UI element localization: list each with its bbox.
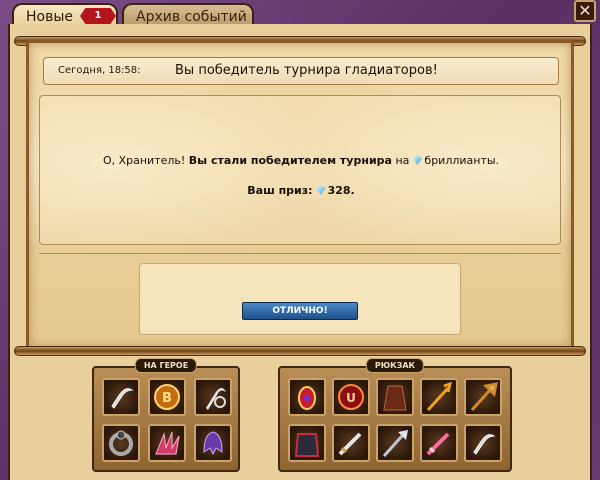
prize-amount: 328 (327, 184, 351, 197)
prize-end: . (350, 184, 355, 197)
close-button[interactable]: ✕ (574, 0, 596, 22)
pink-sword-icon (426, 432, 450, 456)
armor-icon (294, 433, 320, 457)
message-line-1: О, Хранитель! Вы стали победителем турни… (40, 154, 562, 167)
backpack-slot-4[interactable] (420, 378, 458, 416)
greeting-text: О, Хранитель! (102, 154, 186, 167)
message-title: Вы победитель турнира гладиаторов! (175, 63, 438, 78)
diamond-icon (315, 185, 326, 195)
ring-icon (109, 430, 133, 456)
rune-orb-icon: U (338, 384, 364, 410)
sickle-icon (111, 388, 134, 409)
tab-archive-label: Архив событий (136, 9, 247, 25)
ok-button[interactable]: ОТЛИЧНО! (242, 302, 358, 320)
hero-slot-2[interactable]: B (148, 378, 186, 416)
divider (39, 253, 561, 254)
prize-label: Ваш приз: (247, 184, 313, 197)
backpack-slot-3[interactable] (376, 378, 414, 416)
message-header: Сегодня, 18:58: Вы победитель турнира гл… (43, 57, 559, 85)
currency-text: бриллианты. (424, 154, 500, 167)
lance-icon (382, 430, 408, 458)
sword-icon (338, 432, 362, 456)
backpack-slot-8[interactable] (376, 424, 414, 462)
backpack-panel: РЮКЗАК U (278, 358, 512, 472)
backpack-slot-5[interactable] (464, 378, 502, 416)
backpack-panel-label: РЮКЗАК (365, 358, 425, 373)
svg-text:U: U (346, 391, 356, 405)
hero-slot-5[interactable] (148, 424, 186, 462)
scythe-icon (206, 388, 226, 410)
hero-slot-3[interactable] (194, 378, 232, 416)
diamond-icon (412, 155, 423, 165)
claw-icon (155, 431, 180, 455)
hero-slot-6[interactable] (194, 424, 232, 462)
robe-icon (383, 385, 407, 411)
helmet-icon (203, 431, 223, 456)
backpack-slot-9[interactable] (420, 424, 458, 462)
scroll-rod-bottom (14, 346, 586, 356)
spear-icon (470, 382, 498, 412)
prize-line: Ваш приз: 328. (40, 184, 562, 197)
winner-text: Вы стали победителем турнира (188, 154, 392, 167)
sickle-icon (473, 434, 496, 455)
gem-amulet-icon (298, 386, 316, 410)
rune-b-icon: B (154, 384, 180, 410)
backpack-slot-1[interactable] (288, 378, 326, 416)
trident-icon (426, 381, 453, 412)
hero-slot-4[interactable] (102, 424, 140, 462)
message-body: О, Хранитель! Вы стали победителем турни… (39, 95, 561, 245)
close-icon: ✕ (578, 1, 592, 20)
backpack-slot-7[interactable] (332, 424, 370, 462)
backpack-slot-6[interactable] (288, 424, 326, 462)
tab-new-label: Новые (26, 9, 74, 25)
on-text: на (395, 154, 410, 167)
svg-text:B: B (162, 391, 172, 406)
new-count-badge: 1 (80, 8, 116, 24)
message-time: Сегодня, 18:58: (58, 65, 141, 76)
backpack-slot-2[interactable]: U (332, 378, 370, 416)
message-scroll: Сегодня, 18:58: Вы победитель турнира гл… (26, 40, 574, 350)
button-area: ОТЛИЧНО! (139, 263, 461, 335)
hero-equipment-panel: НА ГЕРОЕ B (92, 358, 240, 472)
hero-panel-label: НА ГЕРОЕ (134, 358, 198, 373)
backpack-slot-10[interactable] (464, 424, 502, 462)
hero-slot-1[interactable] (102, 378, 140, 416)
